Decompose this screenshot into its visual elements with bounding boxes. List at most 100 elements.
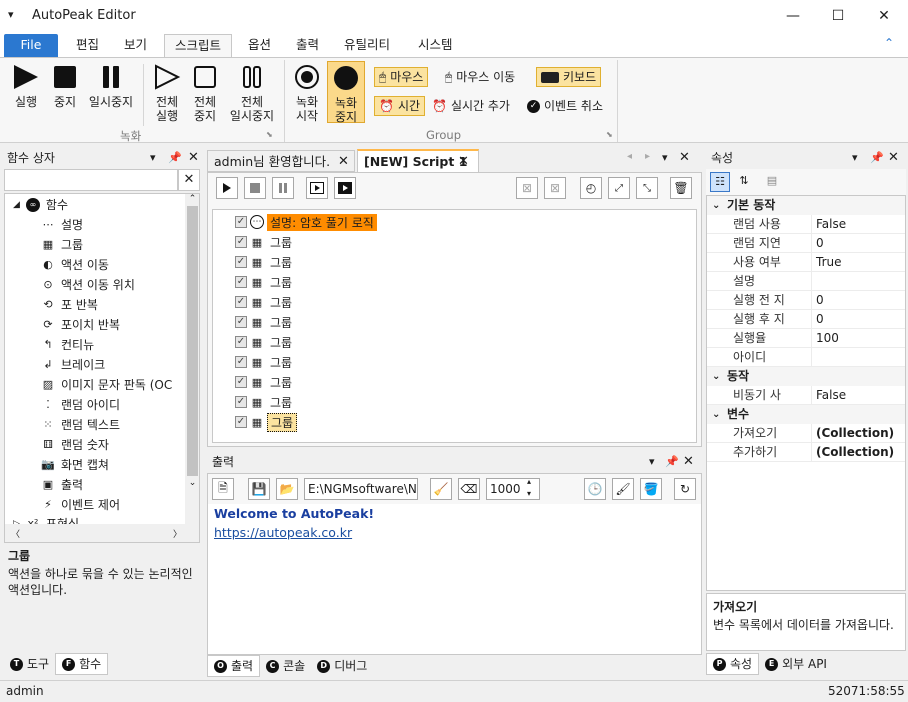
pause-all-button[interactable]: 전체 일시중지 [226, 64, 278, 123]
collapse-icon[interactable]: ⌄ [712, 367, 720, 386]
alphabetical-view-button[interactable]: ⇅ [734, 172, 754, 192]
save-log-button[interactable]: 💾 [248, 478, 270, 500]
run-button[interactable]: 실행 [8, 64, 44, 109]
tree-item[interactable]: ▣ 출력 [41, 475, 83, 495]
menu-file[interactable]: File [4, 34, 58, 57]
script-row[interactable]: ✓ ▦ 그룹 [235, 312, 295, 332]
property-value[interactable]: 0 [811, 291, 905, 309]
tree-item[interactable]: ↲ 브레이크 [41, 355, 105, 375]
tab-welcome[interactable]: admin님 환영합니다. ✕ [207, 150, 355, 172]
property-category[interactable]: ⌄ 동작 [707, 367, 905, 386]
property-row[interactable]: 사용 여부 True [707, 253, 905, 272]
record-stop-button[interactable]: 녹화 중지 [327, 61, 365, 124]
tab-debug[interactable]: D 디버그 [311, 655, 373, 677]
clean-button[interactable]: 🧹 [430, 478, 452, 500]
tab-output[interactable]: O 출력 [207, 655, 261, 677]
tree-item[interactable]: ⊙ 액션 이동 위치 [41, 275, 134, 295]
property-row[interactable]: 실행 전 지 0 [707, 291, 905, 310]
dropdown-icon[interactable]: ▾ [649, 455, 655, 468]
close-tab-icon[interactable]: ✕ [458, 151, 469, 173]
erase-button[interactable]: ⌫ [458, 478, 480, 500]
tree-item[interactable]: 📷 화면 캡쳐 [41, 455, 109, 475]
property-row[interactable]: 가져오기 (Collection) [707, 424, 905, 443]
enable-checkbox[interactable]: ✓ [235, 336, 247, 348]
tree-item[interactable]: ⚅ 랜덤 숫자 [41, 435, 109, 455]
function-search-input[interactable] [4, 169, 178, 191]
script-row[interactable]: ✓ ▦ 그룹 [235, 392, 295, 412]
property-value[interactable] [811, 348, 905, 366]
pause-button[interactable]: 일시중지 [86, 64, 136, 109]
stepper-arrows-icon[interactable]: ▴ ▾ [527, 476, 531, 500]
property-row[interactable]: 아이디 [707, 348, 905, 367]
property-value[interactable]: (Collection) [811, 424, 905, 442]
tab-properties[interactable]: P 속성 [706, 653, 760, 675]
maximize-button[interactable]: ☐ [815, 0, 861, 32]
realtime-add-toggle[interactable]: ⏰ 실시간 추가 [432, 96, 510, 116]
run-from-here-button[interactable] [334, 177, 356, 199]
editor-run-button[interactable] [216, 177, 238, 199]
mouse-move-toggle[interactable]: 🖱 마우스 이동 [445, 67, 515, 87]
property-category[interactable]: ⌄ 변수 [707, 405, 905, 424]
fill-color-button[interactable]: 🪣 [640, 478, 662, 500]
property-value[interactable]: True [811, 253, 905, 271]
property-value[interactable]: False [811, 386, 905, 404]
script-row[interactable]: ✓ ▦ 그룹 [235, 352, 295, 372]
stop-button[interactable]: 중지 [48, 64, 82, 109]
dropdown-icon[interactable]: ▾ [662, 151, 668, 164]
menu-options[interactable]: 옵션 [238, 34, 281, 57]
close-tab-icon[interactable]: ✕ [338, 151, 349, 173]
open-folder-button[interactable]: 📂 [276, 478, 298, 500]
close-window-button[interactable]: ✕ [861, 0, 907, 32]
property-category[interactable]: ⌄ 기본 동작 [707, 196, 905, 215]
property-value[interactable]: 0 [811, 310, 905, 328]
refresh-button[interactable]: ↻ [674, 478, 696, 500]
menu-edit[interactable]: 편집 [66, 34, 109, 57]
system-menu-icon[interactable]: ▾ [8, 8, 14, 21]
property-value[interactable]: (Collection) [811, 443, 905, 461]
script-row[interactable]: ✓ ▦ 그룹 [235, 292, 295, 312]
property-row[interactable]: 실행율 100 [707, 329, 905, 348]
mouse-toggle[interactable]: 🖱 마우스 [374, 67, 429, 87]
tree-item[interactable]: ↰ 컨티뉴 [41, 335, 94, 355]
property-row[interactable]: 실행 후 지 0 [707, 310, 905, 329]
property-row[interactable]: 랜덤 사용 False [707, 215, 905, 234]
menu-view[interactable]: 보기 [114, 34, 157, 57]
tree-item[interactable]: ▨ 이미지 문자 판독 (OC [41, 375, 172, 395]
keyboard-toggle[interactable]: 키보드 [536, 67, 602, 87]
collapse-all-button[interactable]: ⤡ [636, 177, 658, 199]
pin-icon[interactable]: 📌 [168, 151, 182, 164]
enable-checkbox[interactable]: ✓ [235, 376, 247, 388]
event-cancel-toggle[interactable]: ✓ 이벤트 취소 [527, 96, 603, 116]
tree-item[interactable]: ⋯ 설명 [41, 215, 84, 235]
collapse-icon[interactable]: ⌄ [712, 405, 720, 424]
dropdown-icon[interactable]: ▾ [852, 151, 858, 164]
enable-checkbox[interactable]: ✓ [235, 396, 247, 408]
property-value[interactable] [811, 272, 905, 290]
menu-script[interactable]: 스크립트 [164, 34, 233, 57]
tree-item[interactable]: ⚡ 이벤트 제어 [41, 495, 120, 515]
editor-pause-button[interactable] [272, 177, 294, 199]
property-row[interactable]: 추가하기 (Collection) [707, 443, 905, 462]
scrollbar-thumb[interactable] [187, 206, 198, 476]
property-pages-button[interactable]: ▤ [762, 172, 782, 192]
editor-stop-button[interactable] [244, 177, 266, 199]
tab-external-api[interactable]: E 외부 API [759, 653, 833, 675]
scroll-right-icon[interactable]: ▸ [645, 151, 650, 162]
script-row[interactable]: ✓ ▦ 그룹 [235, 412, 298, 432]
scroll-left-icon[interactable]: ◂ [627, 151, 632, 162]
tab-functions[interactable]: F 함수 [55, 653, 109, 675]
minimize-button[interactable]: — [770, 0, 816, 32]
tree-hscrollbar[interactable]: 〈〉 [5, 524, 199, 542]
script-row[interactable]: ✓ ⋯ 설명: 암호 풀기 로직 [235, 212, 377, 232]
dropdown-icon[interactable]: ▾ [150, 151, 156, 164]
tree-item[interactable]: ⁚ 랜덤 아이디 [41, 395, 120, 415]
close-icon[interactable]: ✕ [679, 150, 690, 165]
tree-item[interactable]: ⟲ 포 반복 [41, 295, 98, 315]
tab-console[interactable]: C 콘솔 [260, 655, 311, 677]
dialog-launcher-icon[interactable]: ⬊ [266, 130, 273, 139]
dialog-launcher-icon[interactable]: ⬊ [606, 130, 613, 139]
property-row[interactable]: 비동기 사 False [707, 386, 905, 405]
enable-checkbox[interactable]: ✓ [235, 256, 247, 268]
timestamp-button[interactable]: 🕒 [584, 478, 606, 500]
trash-button[interactable]: 🗑 [670, 177, 692, 199]
